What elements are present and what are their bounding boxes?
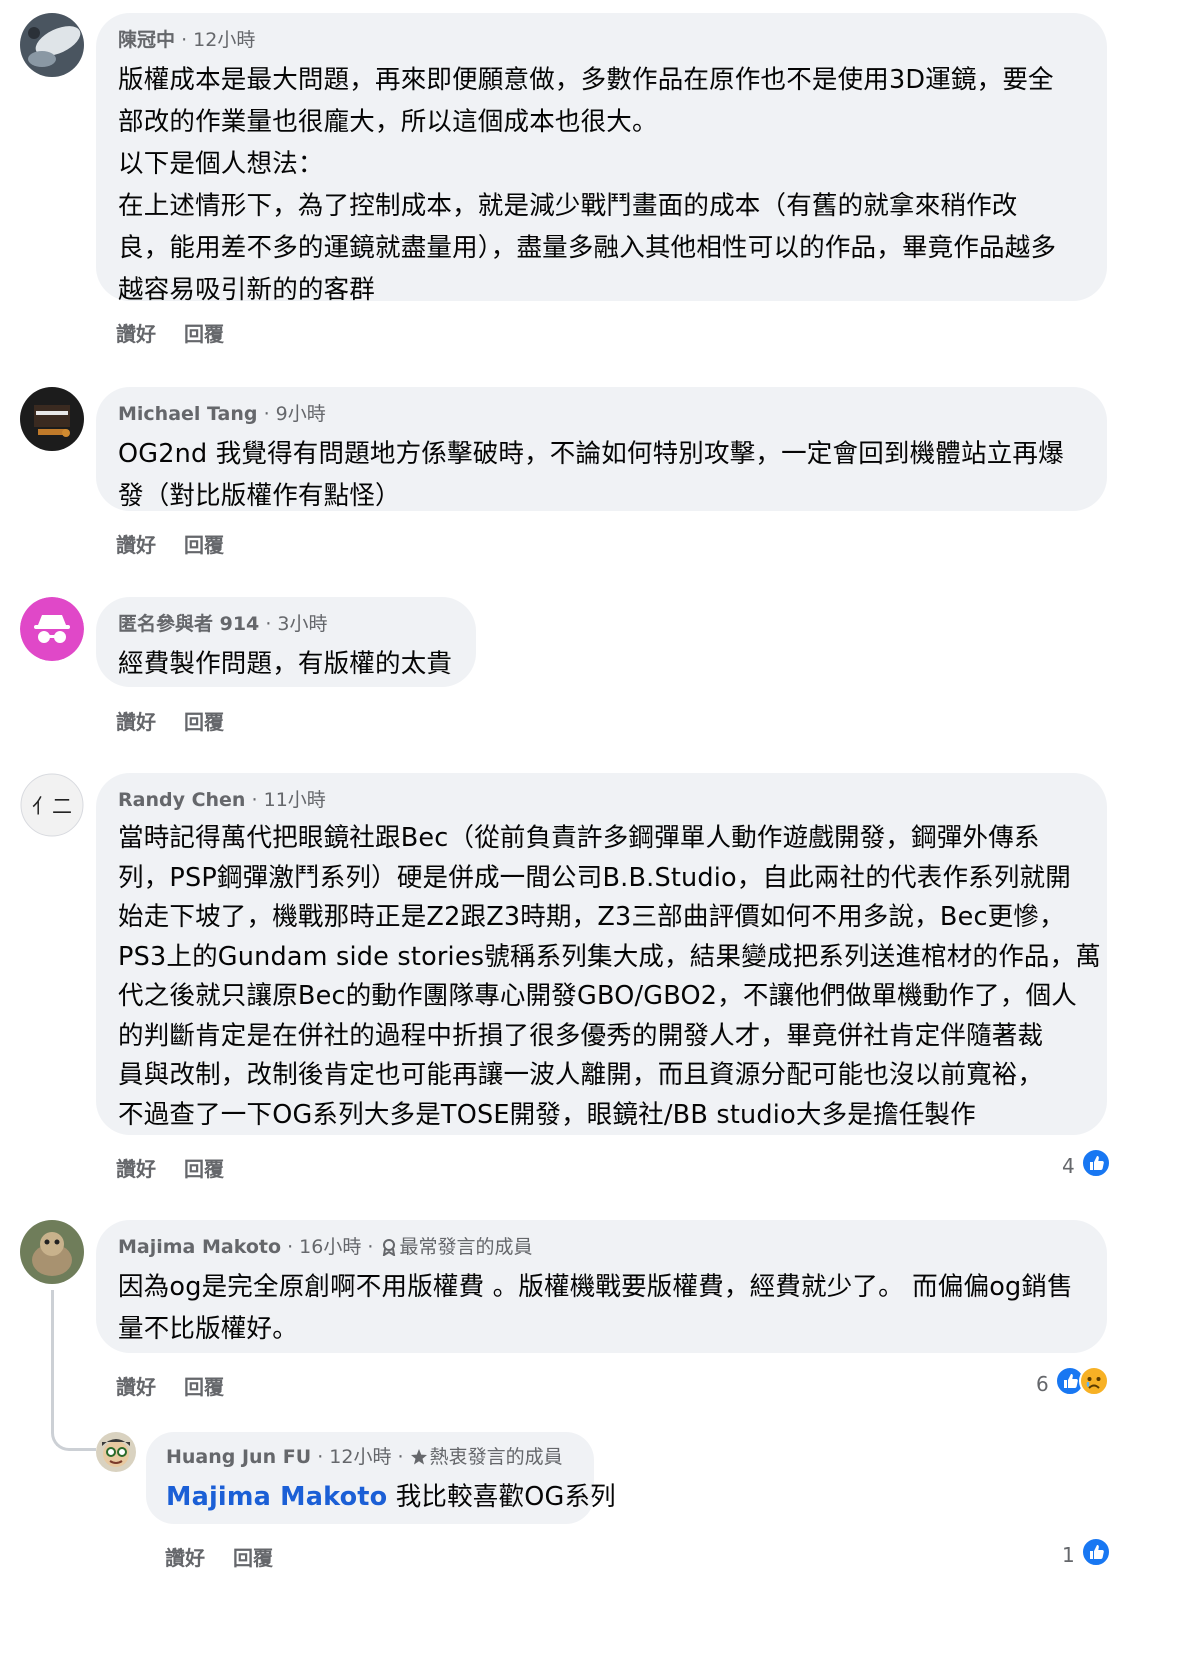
sad-reaction-icon [1078,1366,1109,1401]
member-badge[interactable]: 最常發言的成員 [380,1236,533,1258]
comment-bubble: Majima Makoto · 16小時 · 最常發言的成員 因為og是完全原創… [96,1220,1107,1353]
like-button[interactable]: 讚好 [116,1375,156,1399]
member-badge[interactable]: 熱衷發言的成員 [410,1446,563,1468]
comment-meta: 匿名參與者 914 · 3小時 [118,613,328,635]
comment-actions: 讚好 回覆 [116,318,252,347]
reaction-summary[interactable]: 6 [1036,1366,1109,1401]
avatar[interactable] [96,1432,136,1472]
reply-button[interactable]: 回覆 [233,1546,273,1570]
like-button[interactable]: 讚好 [116,533,156,557]
avatar[interactable] [20,387,84,451]
reply-button[interactable]: 回覆 [184,533,224,557]
like-button[interactable]: 讚好 [116,1157,156,1181]
comment-time[interactable]: 12小時 [193,29,255,51]
comment-time[interactable]: 3小時 [277,613,327,635]
reply-time[interactable]: 12小時 [329,1446,391,1468]
comment-author[interactable]: Randy Chen [118,789,245,811]
comment-bubble: Randy Chen · 11小時 當時記得萬代把眼鏡社跟Bec（從前負責許多鋼… [96,773,1107,1135]
reply-actions: 讚好 回覆 [165,1542,301,1571]
comment-actions: 讚好 回覆 [116,529,252,558]
reaction-summary[interactable]: 1 [1062,1537,1111,1572]
comment-meta: Randy Chen · 11小時 [118,789,326,811]
reply-button[interactable]: 回覆 [184,710,224,734]
comment-time[interactable]: 11小時 [264,789,326,811]
mention-link[interactable]: Majima Makoto [166,1482,387,1512]
reply-bubble: Huang Jun FU · 12小時 · 熱衷發言的成員 Majima Mak… [146,1432,616,1524]
avatar[interactable] [20,1220,84,1284]
avatar[interactable] [20,13,84,77]
comment-meta: Michael Tang · 9小時 [118,403,326,425]
comment-actions: 讚好 回覆 [116,1371,252,1400]
like-button[interactable]: 讚好 [116,322,156,346]
reply-button[interactable]: 回覆 [184,1375,224,1399]
reaction-count: 4 [1062,1153,1075,1178]
comment-text: 因為og是完全原創啊不用版權費 。版權機戰要版權費，經費就少了。 而偏偏og銷售… [118,1272,1073,1344]
anonymous-avatar-icon[interactable] [20,597,84,661]
reaction-summary[interactable]: 4 [1062,1148,1111,1183]
comment-bubble: 匿名參與者 914 · 3小時 經費製作問題，有版權的太貴 [96,597,476,687]
reply-text: Majima Makoto 我比較喜歡OG系列 [166,1482,616,1512]
comment-bubble: Michael Tang · 9小時 OG2nd 我覺得有問題地方係擊破時，不論… [96,387,1107,511]
comment-author[interactable]: Majima Makoto [118,1236,281,1258]
comment-text: 版權成本是最大問題，再來即便願意做，多數作品在原作也不是使用3D運鏡，要全 部改… [118,65,1057,305]
comment-actions: 讚好 回覆 [116,706,252,735]
comment-author[interactable]: Michael Tang [118,403,258,425]
comment-text: 當時記得萬代把眼鏡社跟Bec（從前負責許多鋼彈單人動作遊戲開發，鋼彈外傳系 列，… [118,823,1102,1130]
reply-thread-line [51,1290,96,1451]
comment-meta: 陳冠中 · 12小時 [118,29,256,51]
reply-meta: Huang Jun FU · 12小時 · 熱衷發言的成員 [166,1446,563,1468]
star-icon [410,1449,427,1465]
comment-bubble: 陳冠中 · 12小時 版權成本是最大問題，再來即便願意做，多數作品在原作也不是使… [96,13,1107,305]
like-reaction-icon [1080,1537,1111,1572]
comment-meta: Majima Makoto · 16小時 · 最常發言的成員 [118,1236,533,1258]
reaction-count: 6 [1036,1371,1049,1396]
comment-time[interactable]: 9小時 [276,403,326,425]
comment-time[interactable]: 16小時 [299,1236,361,1258]
reaction-count: 1 [1062,1542,1075,1567]
avatar[interactable]: 亻二 [20,773,84,837]
reply-author[interactable]: Huang Jun FU [166,1446,311,1468]
comment-author[interactable]: 匿名參與者 914 [118,613,259,635]
comment-actions: 讚好 回覆 [116,1153,252,1182]
comment-text: OG2nd 我覺得有問題地方係擊破時，不論如何特別攻擊，一定會回到機體站立再爆 … [118,439,1064,511]
svg-text:亻二: 亻二 [32,794,72,818]
comment-text: 經費製作問題，有版權的太貴 [118,649,453,679]
comment-author[interactable]: 陳冠中 [118,29,175,51]
like-reaction-icon [1080,1148,1111,1183]
reply-button[interactable]: 回覆 [184,1157,224,1181]
reply-button[interactable]: 回覆 [184,322,224,346]
like-button[interactable]: 讚好 [116,710,156,734]
like-button[interactable]: 讚好 [165,1546,205,1570]
top-contributor-icon [382,1239,395,1256]
